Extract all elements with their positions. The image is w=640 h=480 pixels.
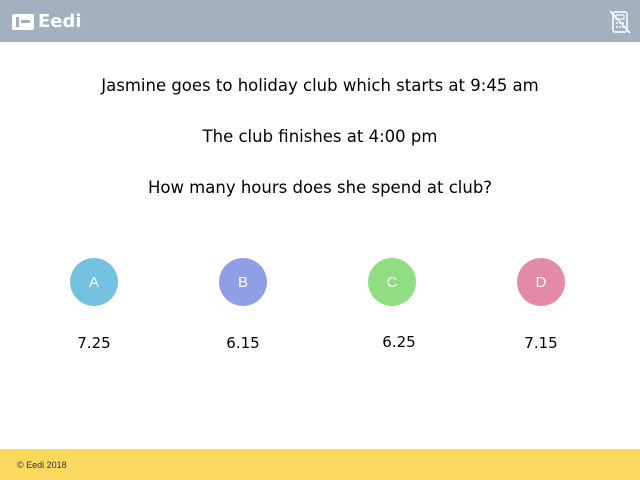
eedi-logo[interactable]: Eedi [12, 11, 82, 33]
option-b-button[interactable]: B [219, 258, 267, 306]
question-line-3: How many hours does she spend at club? [147, 178, 493, 197]
question-line-1: Jasmine goes to holiday club which start… [101, 76, 539, 95]
option-a-button[interactable]: A [70, 258, 118, 306]
calculator-disabled-icon[interactable] [609, 10, 631, 34]
question-line-2: The club finishes at 4:00 pm [202, 127, 438, 146]
answer-c-text: 6.25 [382, 333, 416, 351]
answer-b-text: 6.15 [226, 334, 260, 352]
eedi-logo-icon [12, 14, 34, 30]
copyright-text: © Eedi 2018 [17, 460, 67, 470]
header-bar: Eedi [0, 0, 640, 42]
answer-d-text: 7.15 [524, 334, 558, 352]
option-c-button[interactable]: C [368, 258, 416, 306]
brand-name: Eedi [38, 11, 82, 32]
answer-a-text: 7.25 [77, 334, 111, 352]
option-d-button[interactable]: D [517, 258, 565, 306]
footer-bar [0, 449, 640, 480]
